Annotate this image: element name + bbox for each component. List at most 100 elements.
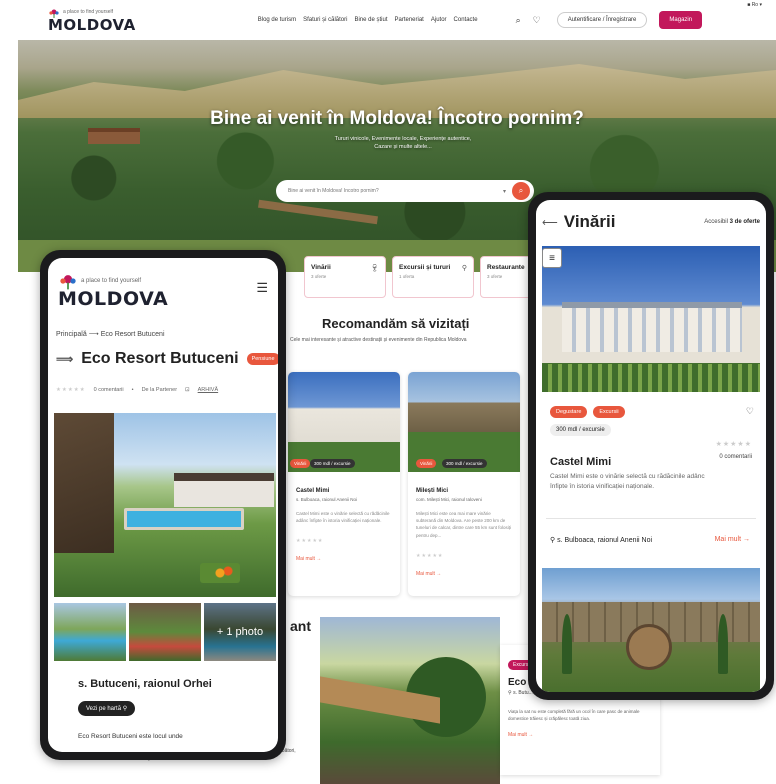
page-title: ⟹ Eco Resort Butuceni Pensiune [56, 350, 278, 368]
phone-right-screen: ⟵ Vinării Accesibil 3 de oferte ≡ Degust… [536, 200, 766, 692]
section-heading-partial: ant [290, 618, 311, 634]
comments-count[interactable]: 0 comentarii [719, 454, 752, 460]
language-selector[interactable]: ■ Ro ▾ [747, 2, 762, 8]
card-description: Milești Mici este cea mai mare vinărie s… [416, 511, 512, 538]
card-price: 300 mdl / excursie [310, 459, 355, 468]
breadcrumb-current: Eco Resort Butuceni [100, 331, 165, 338]
card-tag: Vinării [416, 459, 437, 468]
card-more-link[interactable]: Mai mult → [296, 556, 400, 562]
more-link[interactable]: Mai mult → [715, 536, 750, 543]
thumbnail[interactable] [54, 603, 126, 661]
more-photos-label: + 1 photo [204, 603, 276, 661]
photo-vines [542, 364, 760, 392]
logo-tagline-text: a place to find yourself [81, 278, 142, 284]
arrow-right-icon: ⟶ [88, 331, 101, 338]
card-title: Castel Mimi [296, 488, 330, 494]
thumbnail[interactable] [129, 603, 201, 661]
search-button[interactable]: ⌕ [512, 182, 530, 200]
price-badge: 300 mdl / excursie [550, 424, 611, 436]
card-description: Viața la sat nu este completă fără un oc… [508, 709, 640, 722]
hamburger-menu-icon[interactable]: ☰ [256, 280, 268, 296]
offer-description: Castel Mimi este o vinărie selectă cu ră… [550, 473, 705, 490]
tag-excursii: Excursii [593, 406, 625, 418]
map-pin-icon: ⚲ [122, 706, 128, 712]
breadcrumb-home[interactable]: Principală [56, 331, 87, 338]
hero-search-input[interactable] [288, 188, 503, 194]
category-card-excursii[interactable]: Excursii și tururi 1 oferta ⚲ [392, 256, 474, 298]
wine-glass-icon: 🍷︎ [370, 265, 379, 272]
hero-search-bar: ▾ ⌕ [276, 180, 534, 202]
category-card-vinarii[interactable]: Vinării 3 oferte 🍷︎ [304, 256, 386, 298]
category-name: Excursii și tururi [399, 264, 451, 271]
logo-wordmark: MOLDOVA [58, 288, 169, 310]
nav-link-contacte[interactable]: Contacte [454, 17, 478, 23]
search-icon: ⌕ [518, 186, 524, 195]
heart-icon[interactable]: ♡ [746, 406, 754, 417]
destination-card-milesti-mici[interactable]: Vinării 300 mdl / excursie Milești Mici … [408, 372, 520, 596]
destination-card-castel-mimi[interactable]: Vinării 300 mdl / excursie Castel Mimi s… [288, 372, 400, 596]
recommend-subheading: Cele mai interesante și atractive destin… [290, 337, 467, 343]
flag-icon: ■ [747, 2, 751, 8]
filter-icon[interactable]: ≡ [542, 248, 562, 268]
main-photo[interactable] [54, 413, 276, 597]
nav-link-parteneriat[interactable]: Parteneriat [395, 17, 424, 23]
partner-label: De la Partener [141, 387, 178, 393]
photo-cypress [562, 614, 572, 674]
comments-count[interactable]: 0 comentarii [94, 387, 124, 393]
thumbnail[interactable]: + 1 photo [204, 603, 276, 661]
photo-castle [562, 302, 742, 352]
view-on-map-button[interactable]: Vezi pe hartă ⚲ [78, 701, 136, 716]
photo-pool [124, 508, 244, 530]
site-logo[interactable]: a place to find yourself MOLDOVA [48, 8, 136, 33]
nav-link-sfaturi[interactable]: Sfaturi și călători [303, 17, 347, 23]
chevron-down-icon: ▾ [758, 2, 762, 8]
recommend-heading: Recomandăm să vizitați [322, 316, 470, 331]
winery-photo[interactable] [542, 568, 760, 692]
breadcrumb: Principală ⟶ Eco Resort Butuceni [56, 330, 165, 338]
marketing-composite: a place to find yourself MOLDOVA Blog de… [0, 0, 776, 784]
available-offers: Accesibil 3 de oferte [704, 219, 760, 225]
view-on-map-label: Vezi pe hartă [86, 706, 122, 712]
photo-flowers [200, 563, 240, 583]
card-more-link[interactable]: Mai mult → [416, 571, 520, 577]
logo-wordmark: MOLDOVA [48, 15, 136, 34]
search-icon[interactable]: ⌕ [516, 15, 521, 26]
archive-link[interactable]: ARHIVĂ [198, 387, 218, 393]
card-location: com. Milești Mici, raionul Ialoveni [416, 497, 482, 502]
chevron-down-icon[interactable]: ▾ [503, 188, 506, 195]
phone-right: ⟵ Vinării Accesibil 3 de oferte ≡ Degust… [528, 192, 774, 700]
rating-stars: ★★★★★ [715, 441, 752, 448]
nav-link-ajutor[interactable]: Ajutor [431, 17, 447, 23]
card-description: Castel Mimi este o vinărie selectă cu ră… [296, 511, 390, 524]
photo-cypress [718, 614, 728, 674]
photo-house [174, 473, 274, 507]
site-logo[interactable]: a place to find yourself MOLDOVA [58, 272, 168, 309]
nav-link-blog[interactable]: Blog de turism [258, 17, 296, 23]
photo-barrel [626, 624, 672, 670]
card-more-link[interactable]: Mai mult → [508, 732, 652, 738]
nav-link-bine-de-stiut[interactable]: Bine de știut [354, 17, 387, 23]
hero-subtitle: Tururi vinicole, Evenimente locale, Expe… [334, 136, 472, 151]
village-photo [320, 617, 500, 784]
available-count: 3 de oferte [729, 219, 760, 225]
category-row: Vinării 3 oferte 🍷︎ Excursii și tururi 1… [304, 256, 562, 298]
back-arrow-icon[interactable]: ⟹ [56, 352, 73, 366]
offer-location-text: s. Bulboaca, raionul Anenii Noi [557, 537, 653, 544]
logo-tagline-text: a place to find yourself [63, 9, 114, 15]
category-count: 1 oferta [399, 274, 415, 279]
shop-button[interactable]: Magazin [659, 11, 703, 29]
card-image: Vinării 300 mdl / excursie [408, 372, 520, 472]
phone-left-screen: a place to find yourself MOLDOVA ☰ Princ… [48, 258, 278, 752]
card-price: 300 mdl / excursie [442, 459, 487, 468]
back-arrow-icon[interactable]: ⟵ [542, 216, 558, 229]
photo-thumbnails: + 1 photo [54, 603, 276, 661]
card-title: Milești Mici [416, 488, 449, 494]
heart-icon[interactable]: ♡ [533, 15, 541, 26]
offer-title[interactable]: Castel Mimi [550, 456, 611, 468]
intro-text: Eco Resort Butuceni este locul unde [78, 733, 183, 740]
offer-location: ⚲ s. Bulboaca, raionul Anenii Noi [550, 536, 652, 544]
type-badge: Pensiune [246, 353, 278, 365]
rating-stars: ★★★★★ [416, 552, 444, 559]
castle-photo[interactable] [542, 246, 760, 392]
auth-button[interactable]: Autentificare / Înregistrare [556, 12, 648, 28]
